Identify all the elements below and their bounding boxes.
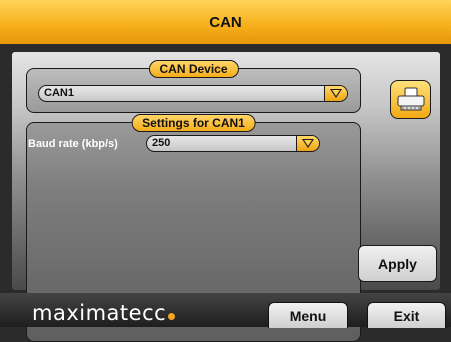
can-device-legend: CAN Device [148,60,239,78]
can-device-value: CAN1 [44,87,74,99]
can-device-group: CAN Device CAN1 [26,60,361,113]
baud-rate-value: 250 [152,137,171,149]
maximatecc-logo: maximatecc [32,301,176,325]
page-title: CAN [209,13,242,31]
baud-rate-select[interactable]: 250 [146,135,320,152]
logo-text: maximatecc [32,301,167,325]
apply-button[interactable]: Apply [358,245,437,282]
exit-button[interactable]: Exit [367,302,446,328]
chevron-down-icon[interactable] [324,86,347,101]
baud-rate-label: Baud rate (kbp/s) [28,138,118,150]
chevron-down-icon[interactable] [296,136,319,151]
main-panel: CAN Device CAN1 Settings for CAN1 Apply [12,52,440,342]
title-bar: CAN [0,0,451,44]
logo-dot-icon [168,313,176,320]
can-connector-button[interactable] [390,80,431,119]
settings-legend: Settings for CAN1 [131,114,256,132]
menu-button[interactable]: Menu [268,302,348,328]
can-connector-icon [397,87,424,110]
can-device-select[interactable]: CAN1 [38,85,348,102]
